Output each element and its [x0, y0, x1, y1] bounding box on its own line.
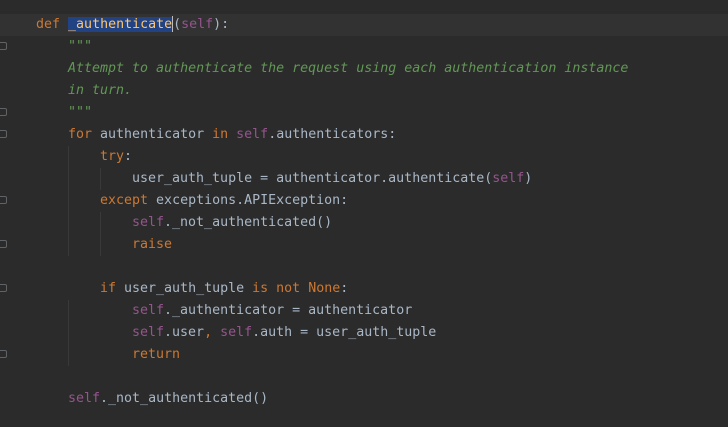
keyword-try: try	[100, 149, 125, 164]
self-ref: self	[68, 391, 101, 406]
self-ref: self	[236, 127, 269, 142]
method-call: ._not_authenticated()	[100, 391, 269, 406]
code-line-9: except exceptions.APIException:	[0, 190, 628, 212]
docstring-line: in turn.	[68, 83, 133, 98]
self-ref: self	[132, 303, 165, 318]
code-line-15: self.user, self.auth = user_auth_tuple	[0, 322, 628, 344]
docstring-open: """	[68, 39, 93, 54]
keyword-not: not	[276, 281, 301, 296]
code-line-6: for authenticator in self.authenticators…	[0, 124, 628, 146]
code-line-18: self._not_authenticated()	[0, 388, 628, 410]
code-line-1: def _authenticate(self):	[0, 14, 628, 36]
docstring-close: """	[68, 105, 93, 120]
code-line-11: raise	[0, 234, 628, 256]
variable-ref: user_auth_tuple	[116, 281, 253, 296]
self-ref: self	[132, 215, 165, 230]
paren-close: )	[524, 171, 533, 186]
keyword-none: None	[308, 281, 341, 296]
comma: ,	[204, 325, 213, 340]
code-line-7: try:	[0, 146, 628, 168]
colon: :	[340, 281, 349, 296]
keyword-return: return	[132, 347, 181, 362]
code-editor[interactable]: def _authenticate(self): """ Attempt to …	[0, 0, 728, 427]
assignment-text: .auth = user_auth_tuple	[252, 325, 437, 340]
selected-function-name[interactable]: _authenticate	[68, 17, 173, 32]
keyword-in: in	[212, 127, 229, 142]
keyword-def: def	[36, 17, 61, 32]
keyword-for: for	[68, 127, 93, 142]
code-area[interactable]: def _authenticate(self): """ Attempt to …	[0, 14, 628, 410]
exception-type: exceptions.APIException:	[148, 193, 349, 208]
attribute-ref: .authenticators:	[268, 127, 397, 142]
assignment-text: ._authenticator = authenticator	[164, 303, 413, 318]
keyword-except: except	[100, 193, 149, 208]
code-line-16: return	[0, 344, 628, 366]
paren-open: (	[173, 17, 182, 32]
docstring-line: Attempt to authenticate the request usin…	[68, 61, 629, 76]
code-line-10: self._not_authenticated()	[0, 212, 628, 234]
paren-close: ):	[213, 17, 230, 32]
self-ref: self	[492, 171, 525, 186]
code-line-13: if user_auth_tuple is not None:	[0, 278, 628, 300]
attribute-ref: .user	[164, 325, 205, 340]
keyword-raise: raise	[132, 237, 173, 252]
colon: :	[124, 149, 133, 164]
keyword-if: if	[100, 281, 117, 296]
self-ref: self	[220, 325, 253, 340]
self-ref: self	[132, 325, 165, 340]
self-param: self	[181, 17, 214, 32]
keyword-is: is	[252, 281, 269, 296]
loop-variable: authenticator	[92, 127, 213, 142]
code-line-8: user_auth_tuple = authenticator.authenti…	[0, 168, 628, 190]
method-call: ._not_authenticated()	[164, 215, 333, 230]
assignment-text: user_auth_tuple = authenticator.authenti…	[132, 171, 493, 186]
code-line-14: self._authenticator = authenticator	[0, 300, 628, 322]
